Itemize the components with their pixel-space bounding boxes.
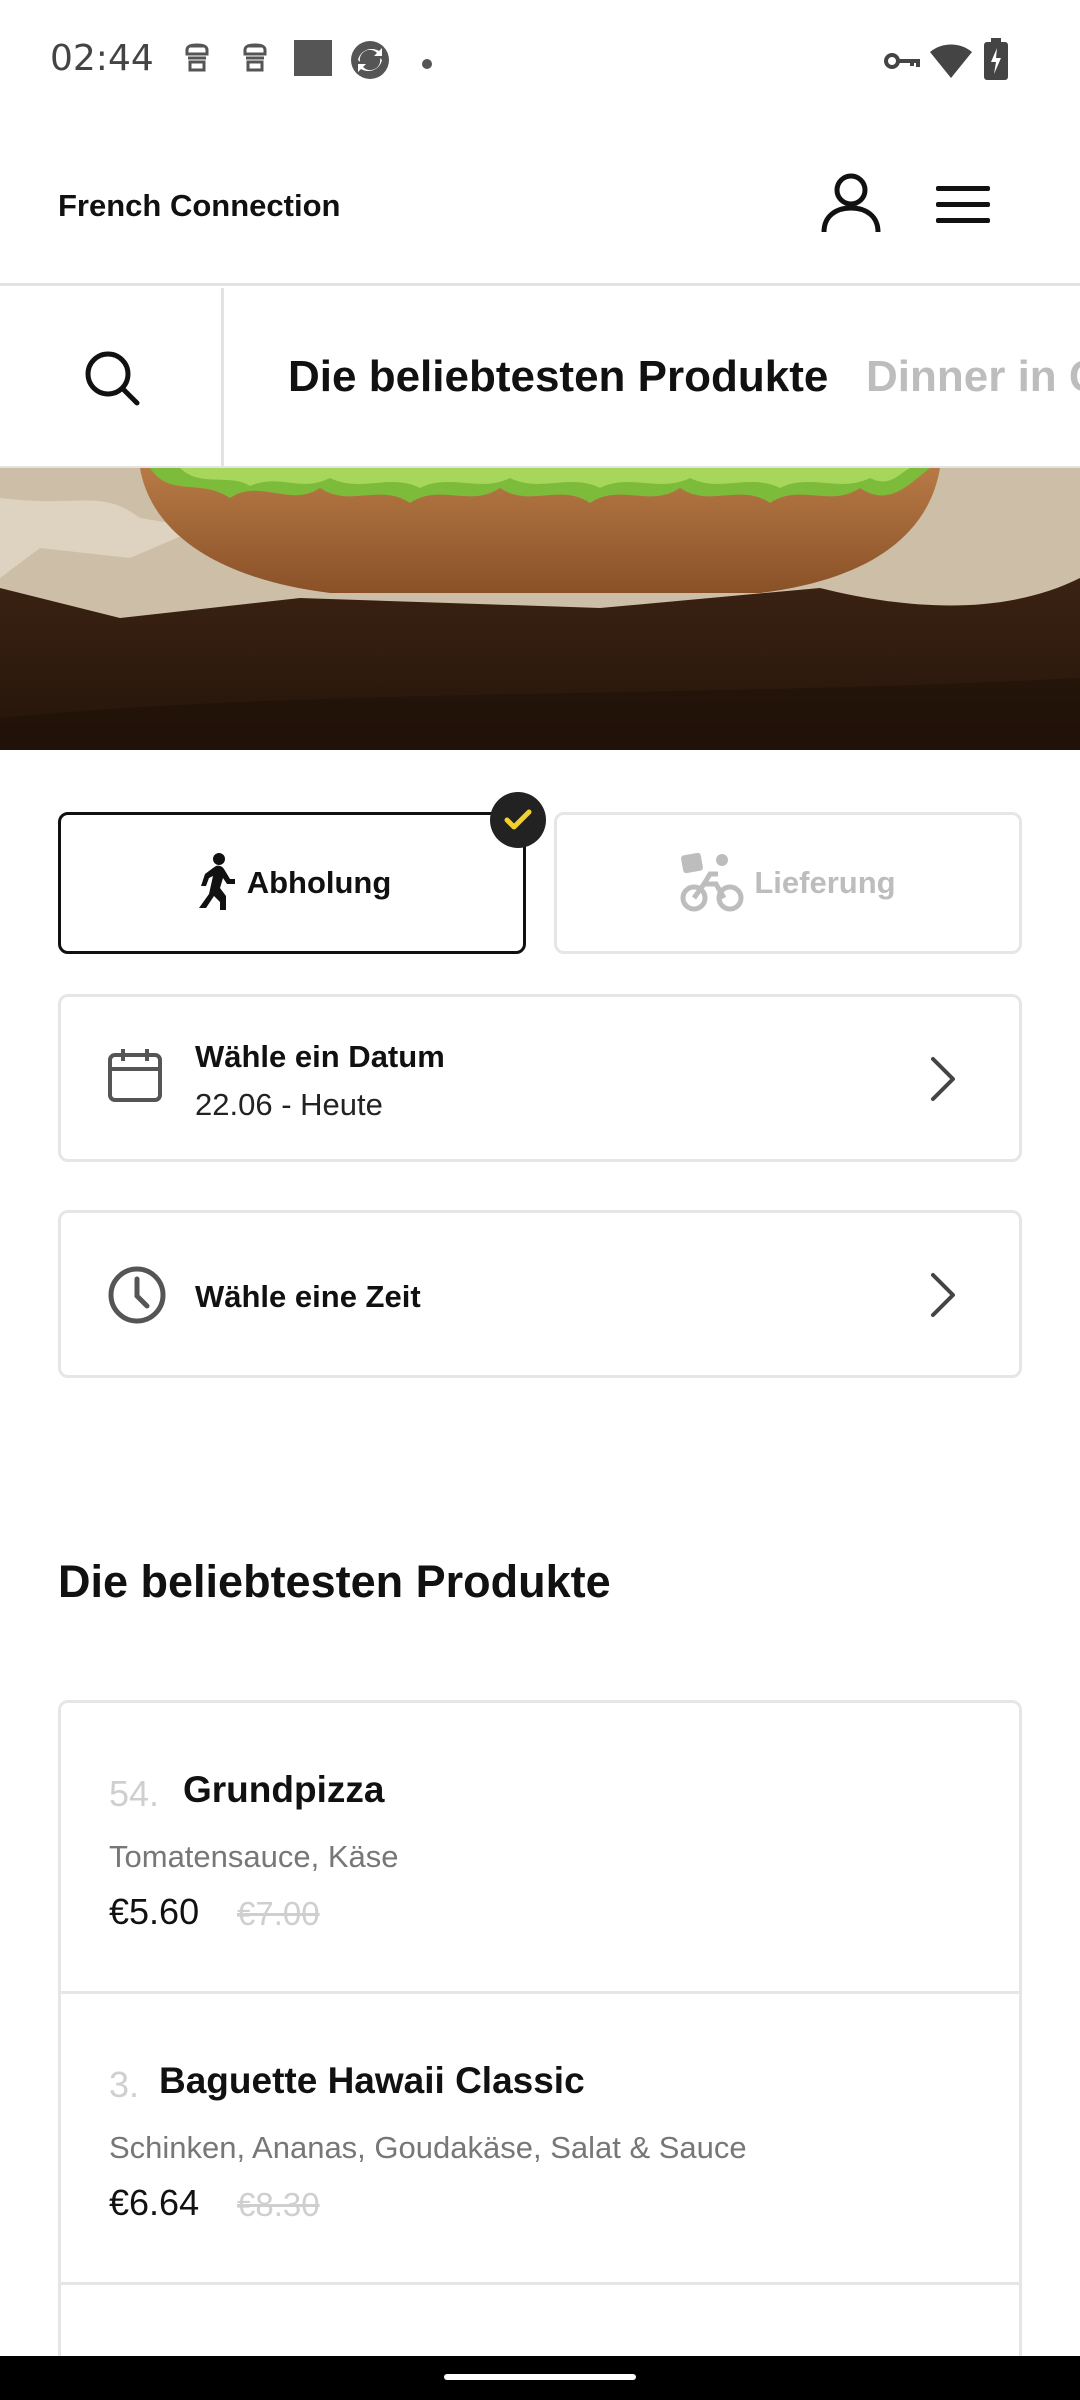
- chevron-right-icon: [929, 1055, 957, 1108]
- product-old-price: €8.30: [237, 2186, 320, 2223]
- product-price: €6.64: [109, 2182, 200, 2223]
- list-item[interactable]: 3. Baguette Hawaii Classic Schinken, Ana…: [61, 1994, 1019, 2285]
- time-selector[interactable]: Wähle eine Zeit: [58, 1210, 1022, 1378]
- wifi-icon: [930, 44, 972, 83]
- section-title: Die beliebtesten Produkte: [58, 1556, 611, 1607]
- sync-icon: [350, 40, 390, 85]
- vpn-key-icon: [884, 50, 920, 77]
- notification-icon: [240, 40, 270, 81]
- system-nav-bar: [0, 2356, 1080, 2400]
- app-header: French Connection: [0, 126, 1080, 286]
- product-old-price: €7.00: [237, 1895, 320, 1932]
- account-icon: [818, 173, 884, 240]
- brand-name: French Connection: [58, 188, 341, 223]
- check-icon: [490, 809, 546, 852]
- walking-icon: [193, 852, 237, 916]
- pickup-option[interactable]: Abholung: [58, 812, 526, 954]
- date-selector-title: Wähle ein Datum: [195, 1039, 445, 1074]
- product-number: 54.: [109, 1773, 160, 1814]
- image-icon: [294, 40, 332, 81]
- selected-badge: [490, 792, 546, 848]
- product-description: Tomatensauce, Käse: [109, 1839, 399, 1874]
- date-selector[interactable]: Wähle ein Datum 22.06 - Heute: [58, 994, 1022, 1162]
- product-number: 3.: [109, 2064, 140, 2105]
- account-button[interactable]: [818, 170, 884, 236]
- search-button[interactable]: [0, 288, 224, 466]
- hero-image: [0, 468, 1080, 750]
- status-time: 02:44: [50, 38, 154, 79]
- product-name: Baguette Hawaii Classic: [159, 2060, 585, 2101]
- category-tabs: Die beliebtesten Produkte Dinner in C: [0, 288, 1080, 468]
- home-gesture-handle[interactable]: [444, 2374, 636, 2380]
- pickup-label: Abholung: [246, 865, 392, 900]
- menu-button[interactable]: [934, 182, 994, 228]
- tab-dinner[interactable]: Dinner in C: [866, 352, 1080, 402]
- dot-icon: [422, 56, 432, 74]
- chevron-right-icon: [929, 1271, 957, 1324]
- product-description: Schinken, Ananas, Goudakäse, Salat & Sau…: [109, 2130, 747, 2165]
- clock-icon: [107, 1265, 167, 1330]
- bike-delivery-icon: [680, 850, 744, 917]
- product-list: 54. Grundpizza Tomatensauce, Käse €5.60 …: [58, 1700, 1022, 2400]
- product-price: €5.60: [109, 1891, 200, 1932]
- tab-popular-products[interactable]: Die beliebtesten Produkte: [288, 352, 828, 402]
- calendar-icon: [107, 1047, 163, 1108]
- status-bar: 02:44: [0, 0, 1080, 126]
- time-selector-title: Wähle eine Zeit: [195, 1279, 421, 1314]
- date-selector-value: 22.06 - Heute: [195, 1087, 383, 1122]
- product-name: Grundpizza: [183, 1769, 385, 1810]
- delivery-option[interactable]: Lieferung: [554, 812, 1022, 954]
- battery-charging-icon: [984, 38, 1008, 85]
- list-item[interactable]: 54. Grundpizza Tomatensauce, Käse €5.60 …: [61, 1703, 1019, 1994]
- notification-icon: [182, 40, 212, 81]
- delivery-label: Lieferung: [754, 865, 896, 900]
- menu-icon: [934, 186, 994, 232]
